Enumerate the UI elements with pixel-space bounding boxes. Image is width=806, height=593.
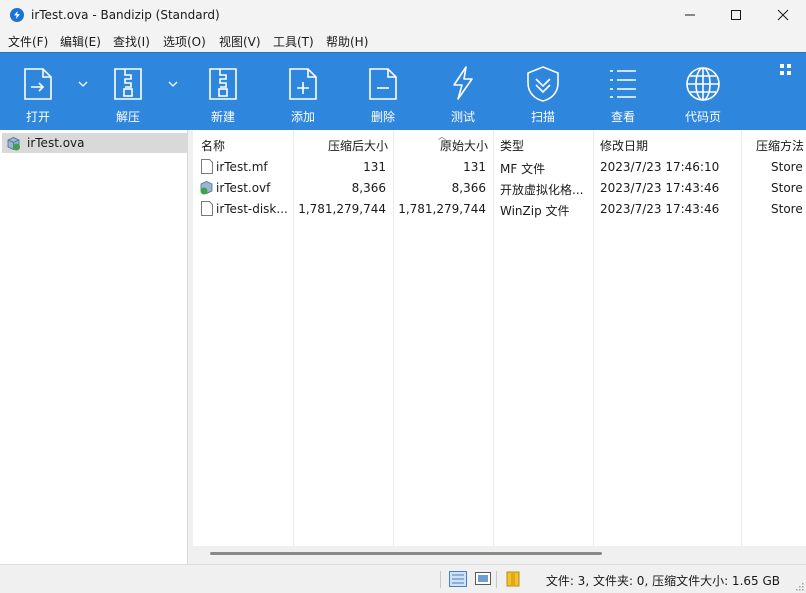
file-size: 8,366 — [451, 181, 486, 195]
extract-zipper-icon — [114, 68, 142, 100]
open-button[interactable]: 打开 — [8, 53, 68, 130]
delete-button[interactable]: 删除 — [353, 53, 413, 130]
generic-file-icon — [201, 159, 213, 174]
menu-options[interactable]: 选项(O) — [163, 33, 206, 50]
folder-tree: irTest.ova — [0, 130, 188, 564]
maximize-icon — [731, 10, 741, 20]
menu-tools[interactable]: 工具(T) — [273, 33, 314, 50]
tree-item-label: irTest.ova — [27, 136, 85, 150]
close-button[interactable] — [760, 0, 806, 30]
add-button[interactable]: 添加 — [273, 53, 333, 130]
file-method: Store — [771, 160, 803, 174]
open-archive-icon — [24, 68, 52, 100]
extract-label: 解压 — [115, 110, 140, 124]
file-modified: 2023/7/23 17:46:10 — [600, 160, 720, 174]
file-size: 1,781,279,744 — [398, 202, 486, 216]
file-type: WinZip 文件 — [500, 204, 570, 218]
toolbar: 打开 解压 新建 添加 删除 测试 扫描 查看 代码页 — [0, 52, 806, 130]
column-header-name[interactable]: 名称 — [201, 137, 225, 154]
shield-icon — [527, 66, 559, 102]
status-bar: 文件: 3, 文件夹: 0, 压缩文件大小: 1.65 GB — [0, 564, 806, 593]
close-icon — [777, 9, 789, 21]
tree-item-archive[interactable]: irTest.ova — [2, 133, 187, 153]
menu-help[interactable]: 帮助(H) — [326, 33, 368, 50]
add-file-icon — [289, 68, 317, 100]
column-divider — [593, 130, 594, 546]
column-header-type[interactable]: 类型 — [500, 137, 524, 154]
delete-label: 删除 — [370, 110, 395, 124]
file-name: irTest.ovf — [216, 181, 271, 195]
ovf-package-icon — [200, 181, 213, 195]
menu-edit[interactable]: 编辑(E) — [60, 33, 101, 50]
archive-info-icon[interactable] — [504, 571, 522, 587]
preview-pane-icon[interactable] — [474, 571, 492, 587]
view-label: 查看 — [610, 110, 635, 124]
list-view-icon — [610, 70, 636, 98]
column-divider — [393, 130, 394, 546]
minimize-button[interactable] — [667, 0, 713, 30]
file-name: irTest.mf — [216, 160, 268, 174]
file-modified: 2023/7/23 17:43:46 — [600, 202, 720, 216]
menu-bar: 文件(F) 编辑(E) 查找(I) 选项(O) 视图(V) 工具(T) 帮助(H… — [0, 31, 806, 51]
new-archive-button[interactable]: 新建 — [193, 53, 253, 130]
column-header-packed[interactable]: 压缩后大小 — [328, 137, 388, 154]
generic-file-icon — [201, 201, 213, 216]
codepage-label: 代码页 — [684, 110, 721, 124]
file-size: 131 — [463, 160, 486, 174]
file-packed-size: 8,366 — [351, 181, 386, 195]
globe-icon — [686, 67, 720, 101]
file-packed-size: 1,781,279,744 — [298, 202, 386, 216]
minimize-icon — [685, 14, 695, 16]
column-header-method[interactable]: 压缩方法 — [756, 137, 804, 154]
file-method: Store — [771, 181, 803, 195]
delete-file-icon — [369, 68, 397, 100]
resize-grip-icon[interactable] — [794, 581, 804, 591]
scan-label: 扫描 — [530, 110, 555, 124]
column-divider — [293, 130, 294, 546]
bandizip-logo-icon — [10, 8, 24, 22]
column-divider — [493, 130, 494, 546]
layout-grid-icon[interactable] — [779, 63, 793, 77]
file-name: irTest-disk... — [216, 202, 288, 216]
new-label: 新建 — [210, 110, 235, 124]
file-list: 名称 压缩后大小 ︿ 原始大小 类型 修改日期 压缩方法 irTest.mf 1… — [193, 130, 806, 564]
extract-button[interactable]: 解压 — [98, 53, 158, 130]
file-method: Store — [771, 202, 803, 216]
window-title: irTest.ova - Bandizip (Standard) — [31, 8, 220, 22]
horizontal-scrollbar[interactable] — [193, 546, 806, 564]
test-button[interactable]: 测试 — [433, 53, 493, 130]
menu-file[interactable]: 文件(F) — [8, 33, 48, 50]
file-type: MF 文件 — [500, 162, 546, 176]
open-label: 打开 — [25, 110, 50, 124]
scrollbar-thumb[interactable] — [210, 552, 602, 555]
status-divider — [496, 571, 497, 588]
new-archive-icon — [209, 68, 237, 100]
file-packed-size: 131 — [363, 160, 386, 174]
menu-view[interactable]: 视图(V) — [219, 33, 261, 50]
column-header-size[interactable]: 原始大小 — [440, 137, 488, 154]
column-divider — [741, 130, 742, 546]
maximize-button[interactable] — [713, 0, 759, 30]
status-summary: 文件: 3, 文件夹: 0, 压缩文件大小: 1.65 GB — [545, 574, 780, 588]
title-bar: irTest.ova - Bandizip (Standard) — [0, 0, 806, 31]
details-view-icon[interactable] — [449, 571, 467, 587]
codepage-button[interactable]: 代码页 — [673, 53, 733, 130]
lightning-icon — [453, 66, 473, 100]
file-modified: 2023/7/23 17:43:46 — [600, 181, 720, 195]
column-header-modified[interactable]: 修改日期 — [600, 137, 648, 154]
view-button[interactable]: 查看 — [593, 53, 653, 130]
scan-button[interactable]: 扫描 — [513, 53, 573, 130]
extract-dropdown-icon[interactable] — [166, 77, 180, 91]
ova-package-icon — [7, 137, 20, 151]
menu-find[interactable]: 查找(I) — [113, 33, 150, 50]
open-dropdown-icon[interactable] — [76, 77, 90, 91]
file-type: 开放虚拟化格... — [500, 183, 584, 197]
status-divider — [440, 571, 441, 588]
add-label: 添加 — [290, 110, 315, 124]
test-label: 测试 — [450, 110, 475, 124]
